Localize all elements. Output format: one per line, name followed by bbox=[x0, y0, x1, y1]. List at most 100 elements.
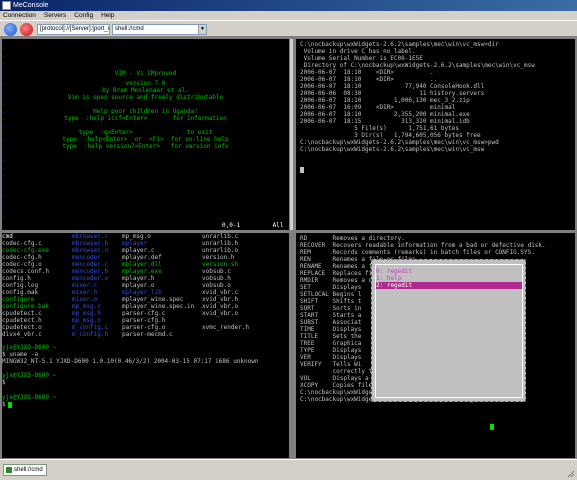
vim-line: type :help<Enter> or <F1> for on-line he… bbox=[62, 136, 229, 143]
resize-grip-icon[interactable] bbox=[567, 470, 575, 478]
file-entry: mplayer.c bbox=[122, 247, 155, 254]
file-entry: mixer.h bbox=[72, 289, 98, 296]
file-entry: unrarlib.c bbox=[202, 233, 239, 240]
file-entry: version.h bbox=[202, 254, 235, 261]
file-entry: vobsub.h bbox=[202, 275, 231, 282]
file-entry: mplayer bbox=[122, 240, 148, 247]
vim-scrollbar[interactable] bbox=[290, 39, 293, 230]
file-entry: mbrowser.o bbox=[72, 247, 109, 254]
file-entry: codec-cfg.o bbox=[2, 261, 42, 268]
help-output-line: RECOVER Recovers readable information fr… bbox=[300, 242, 546, 249]
file-entry: config.h bbox=[2, 275, 31, 282]
vim-tilde: ~ bbox=[2, 95, 6, 102]
vim-line: type :help version7<Enter> for version i… bbox=[62, 143, 229, 150]
vim-tilde: ~ bbox=[2, 81, 6, 88]
status-bar: shell://cmd bbox=[0, 459, 577, 480]
file-entry: mp_msg.h bbox=[72, 310, 101, 317]
vim-tilde: ~ bbox=[2, 158, 6, 165]
file-entry: mencoder.c bbox=[72, 261, 109, 268]
vim-line: type :help iccf<Enter> for information bbox=[64, 115, 227, 122]
file-entry: mixer.c bbox=[72, 282, 98, 289]
file-entry: mencoder.h bbox=[72, 268, 109, 275]
dir-output-line: Volume in drive C has no label. bbox=[300, 48, 416, 55]
disconnect-icon[interactable] bbox=[20, 23, 33, 36]
history-popup[interactable]: 0: regedit 1: help 2: regedit bbox=[371, 259, 526, 402]
file-entry: divx4_vbr.c bbox=[2, 331, 42, 338]
file-entry: mp_msg.o bbox=[72, 317, 101, 324]
file-entry: parser-mecmd.c bbox=[122, 331, 173, 338]
file-entry: mbrowser.c bbox=[72, 233, 109, 240]
vim-tilde: ~ bbox=[2, 67, 6, 74]
vim-tilde: ~ bbox=[2, 144, 6, 151]
shell-cursor bbox=[8, 401, 12, 408]
history-list: 0: regedit 1: help 2: regedit bbox=[375, 264, 523, 398]
dir-output-line: 2006-06-07 16:09 <DIR> minimal bbox=[300, 104, 456, 111]
title-bar: MeConsole bbox=[0, 0, 577, 11]
history-item-1[interactable]: 1: help bbox=[376, 275, 522, 282]
menu-connection[interactable]: Connection bbox=[3, 12, 36, 19]
file-entry: xvid_vbr.h bbox=[202, 296, 239, 303]
file-entry: mplayer_lib bbox=[122, 289, 162, 296]
vim-status: 0,0-1 All bbox=[222, 222, 284, 229]
menu-help[interactable]: Help bbox=[101, 12, 114, 19]
chevron-down-icon[interactable]: ▼ bbox=[198, 25, 206, 34]
dir-output-line: 3 Dir(s) 1,794,605,056 bytes free bbox=[300, 132, 481, 139]
vim-tilde: ~ bbox=[2, 186, 6, 193]
connect-icon[interactable] bbox=[4, 23, 17, 36]
file-entry: xvmc_render.h bbox=[202, 324, 249, 331]
file-entry: unrarlib.h bbox=[202, 240, 239, 247]
file-entry: codec-cfg.h bbox=[2, 254, 42, 261]
file-entry: cpudetect.h bbox=[2, 317, 42, 324]
toolbar: [protocol]://[Server]:[port_num] shell:/… bbox=[0, 20, 577, 37]
file-entry: mixer.o bbox=[72, 296, 98, 303]
file-entry: mplayer.h bbox=[122, 275, 155, 282]
tab-shell-cmd[interactable]: shell://cmd bbox=[3, 464, 47, 476]
vim-line: Help poor children in Uganda! bbox=[93, 108, 198, 115]
file-entry: config.log bbox=[2, 282, 39, 289]
file-entry: mplayer_wine.spec bbox=[122, 296, 184, 303]
file-entry: codec-cfg.exe bbox=[2, 247, 49, 254]
file-entry: codecs.conf.h bbox=[2, 268, 49, 275]
dir-output-line: C:\nocbackup\wxWidgets-2.6.2\samples\mec… bbox=[300, 146, 485, 153]
file-entry: m_config.c bbox=[72, 324, 109, 331]
ls-pane[interactable]: cmd mbrowser.c mp_msg.o unrarlib.c codec-cfg… bbox=[2, 233, 289, 458]
file-entry: mplayer.exe bbox=[122, 268, 162, 275]
file-entry: version.sh bbox=[202, 261, 239, 268]
file-entry: mplayer.o bbox=[122, 282, 155, 289]
shell-icon bbox=[6, 467, 12, 473]
dir-output-line: 2006-06-07 18:10 2,355,200 minimal.exe bbox=[300, 111, 470, 118]
vim-tilde: ~ bbox=[2, 53, 6, 60]
file-entry: cmd bbox=[2, 233, 13, 240]
address-field[interactable]: [protocol]://[Server]:[port_num] bbox=[37, 24, 110, 35]
shell-prompt-3: yjx@YJXD-D600 ~ bbox=[2, 394, 57, 401]
vim-tilde: ~ bbox=[2, 60, 6, 67]
help-output-line: RD Removes a directory. bbox=[300, 235, 405, 242]
text-cursor bbox=[300, 167, 304, 173]
history-item-0[interactable]: 0: regedit bbox=[376, 268, 522, 275]
vim-tilde: ~ bbox=[2, 39, 6, 46]
dir-pane[interactable]: C:\nocbackup\wxWidgets-2.6.2\samples\mec… bbox=[296, 39, 575, 230]
file-entry: mbrowser.h bbox=[72, 240, 109, 247]
vim-line: Vim is open source and freely distributa… bbox=[67, 94, 224, 101]
shell-select[interactable]: shell://cmd ▼ bbox=[112, 24, 207, 35]
vim-pane[interactable]: VIM - Vi IMproved version 7.0 by Bram Mool… bbox=[2, 39, 289, 230]
vim-tilde: ~ bbox=[2, 179, 6, 186]
tab-shell-label: shell://cmd bbox=[14, 467, 43, 473]
vim-tilde: ~ bbox=[2, 116, 6, 123]
help-cursor bbox=[490, 423, 494, 430]
dir-output-line: Volume Serial Number is EC08-1E5E bbox=[300, 55, 423, 62]
vim-tilde: ~ bbox=[2, 88, 6, 95]
vim-tilde: ~ bbox=[2, 151, 6, 158]
file-entry: mplayer.dll bbox=[122, 261, 162, 268]
file-entry: config.mak bbox=[2, 289, 39, 296]
history-item-2[interactable]: 2: regedit bbox=[376, 282, 522, 289]
vim-line: type :q<Enter> to exit bbox=[78, 129, 213, 136]
vim-tilde: ~ bbox=[2, 130, 6, 137]
file-entry: configure.bak bbox=[2, 303, 49, 310]
vim-tilde: ~ bbox=[2, 46, 6, 53]
menu-servers[interactable]: Servers bbox=[44, 12, 66, 19]
file-entry: mencoder bbox=[72, 254, 101, 261]
vim-line: by Bram Moolenaar et al. bbox=[102, 87, 189, 94]
menu-config[interactable]: Config bbox=[74, 12, 93, 19]
file-entry: mencoder.o bbox=[72, 275, 109, 282]
